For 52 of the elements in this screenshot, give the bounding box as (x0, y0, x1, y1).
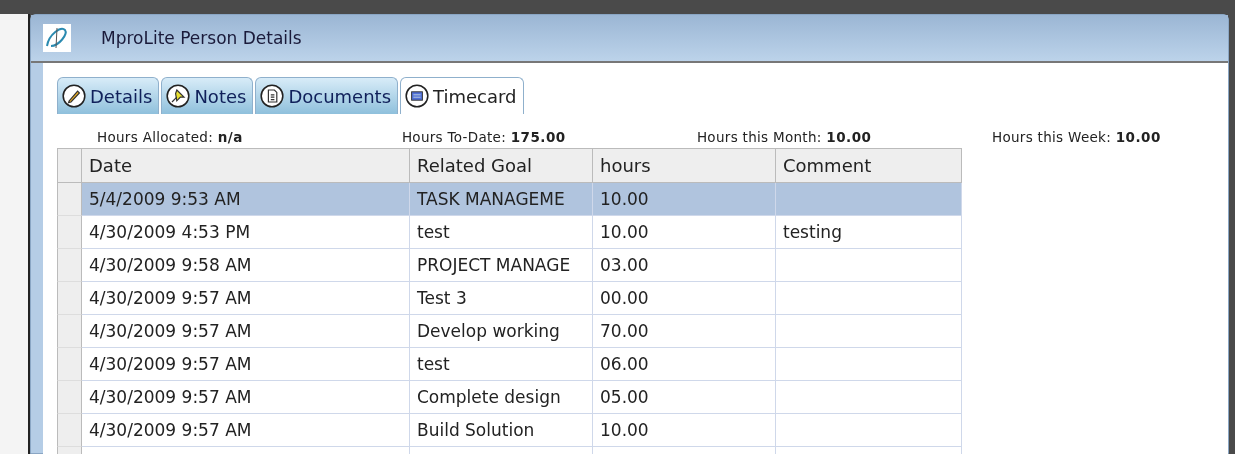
table-cell: 10.00 (593, 216, 776, 249)
table-cell: 05.00 (593, 381, 776, 414)
table-cell: 4/30/2009 9:57 AM (82, 282, 410, 315)
table-cell: 4/30/2009 4:53 PM (82, 216, 410, 249)
table-cell: 03.00 (593, 249, 776, 282)
table-cell: 06.00 (593, 348, 776, 381)
table-cell: test (410, 216, 593, 249)
summary-stat: Hours To-Date: 175.00 (401, 129, 567, 145)
row-selector[interactable] (57, 249, 82, 282)
row-selector[interactable] (57, 216, 82, 249)
table-cell: 4/30/2009 9:57 AM (82, 348, 410, 381)
table-cell: Develop working (410, 315, 593, 348)
summary-stat: Hours this Week: 10.00 (991, 129, 1162, 145)
pin-icon (166, 84, 191, 108)
tab[interactable]: Notes (161, 77, 254, 114)
table-cell: 4/30/2009 9:57 AM (82, 414, 410, 447)
table-cell: Complete design (410, 381, 593, 414)
column-header[interactable]: Date (82, 148, 410, 183)
tab[interactable]: Details (57, 77, 160, 114)
table-cell: Build Solution (410, 414, 593, 447)
summary-stat: Hours Allocated: n/a (96, 129, 244, 145)
table-cell: 5/4/2009 9:53 AM (82, 183, 410, 216)
table-cell: 10.00 (593, 183, 776, 216)
tab[interactable]: Documents (255, 77, 399, 114)
table-cell: 4/30/2009 9:57 AM (82, 381, 410, 414)
calendar-icon (405, 84, 430, 108)
row-selector[interactable] (57, 414, 82, 447)
table-cell: test (410, 348, 593, 381)
table-cell: 4/30/2009 9:57 AM (82, 315, 410, 348)
column-header[interactable]: Related Goal (410, 148, 593, 183)
summary-stat: Hours this Month: 10.00 (696, 129, 873, 145)
table-cell: PROJECT MANAGE (410, 249, 593, 282)
row-selector[interactable] (57, 348, 82, 381)
window-title: MproLite Person Details (101, 28, 302, 48)
table-cell: 70.00 (593, 315, 776, 348)
row-selector[interactable] (57, 381, 82, 414)
row-selector[interactable] (57, 315, 82, 348)
pencil-icon (62, 84, 86, 108)
logo-icon (43, 24, 71, 52)
row-selector[interactable] (57, 282, 82, 315)
table-cell: 10.00 (593, 414, 776, 447)
row-selector[interactable] (57, 183, 82, 216)
table-cell: 4/30/2009 9:58 AM (82, 249, 410, 282)
table-cell: testing (776, 216, 962, 249)
table-cell: TASK MANAGEME (410, 183, 593, 216)
tab[interactable]: Timecard (400, 77, 524, 114)
table-cell: Test 3 (410, 282, 593, 315)
table-cell: 00.00 (593, 282, 776, 315)
document-icon (260, 84, 285, 108)
column-header[interactable]: hours (593, 148, 776, 183)
header-corner (57, 148, 82, 183)
column-header[interactable]: Comment (776, 148, 962, 183)
